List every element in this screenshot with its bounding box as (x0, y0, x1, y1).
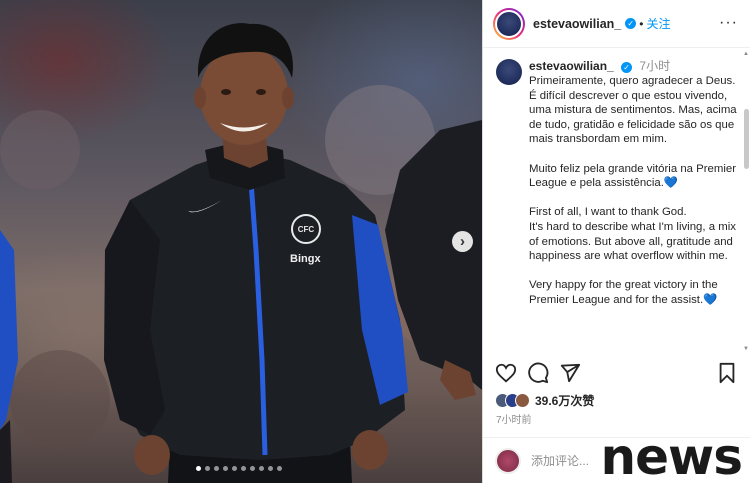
scrollbar-thumb[interactable] (744, 109, 749, 169)
post-actions (495, 362, 738, 388)
carousel-next-button[interactable]: › (452, 231, 473, 252)
bookmark-icon[interactable] (716, 362, 738, 384)
jersey-sponsor: Bingx (290, 253, 321, 265)
carousel-dot (277, 466, 282, 471)
separator-dot: • (639, 16, 644, 31)
chevron-right-icon: › (460, 233, 465, 250)
follow-button[interactable]: 关注 (646, 15, 670, 32)
post-timestamp[interactable]: 7小时前 (496, 411, 532, 426)
carousel-dot (259, 466, 264, 471)
post-photo[interactable]: CFC Bingx › (0, 0, 482, 483)
caption-username[interactable]: estevaowilian_ (529, 59, 614, 73)
caption-paragraph: First of all, I want to thank God. It's … (529, 206, 736, 263)
caption-avatar[interactable] (496, 59, 522, 85)
carousel-dot (205, 466, 210, 471)
carousel-dot (223, 466, 228, 471)
news-watermark: news (600, 428, 743, 483)
carousel-dot (268, 466, 273, 471)
carousel-indicator (196, 466, 282, 471)
liker-avatar (515, 393, 530, 408)
comment-icon[interactable] (527, 362, 549, 384)
scrollbar[interactable]: ▲ ▼ (743, 49, 749, 354)
caption-paragraph: Primeiramente, quero agradecer a Deus. É… (529, 75, 737, 146)
scroll-up-arrow-icon[interactable]: ▲ (743, 51, 749, 57)
caption-paragraph: Muito feliz pela grande vitória na Premi… (529, 162, 737, 190)
verified-badge-icon: ✓ (621, 62, 633, 73)
club-badge-text: CFC (297, 224, 315, 234)
carousel-dot (214, 466, 219, 471)
verified-badge-icon: ✓ (625, 18, 637, 29)
player-illustration (0, 23, 482, 483)
caption: estevaowilian_ ✓ 7小时 Primeiramente, quer… (483, 49, 750, 322)
caption-paragraph: Very happy for the great victory in the … (529, 279, 718, 306)
heart-icon[interactable] (495, 362, 517, 384)
caption-time: 7小时 (639, 59, 671, 73)
carousel-dot (250, 466, 255, 471)
share-icon[interactable] (559, 362, 581, 384)
carousel-dot (232, 466, 237, 471)
more-options-icon[interactable]: ··· (719, 14, 738, 32)
author-avatar[interactable] (493, 7, 525, 40)
post-header: estevaowilian_ ✓ • 关注 ··· (483, 0, 750, 48)
viewer-avatar (495, 447, 521, 474)
club-badge: CFC (291, 214, 321, 244)
carousel-dot (241, 466, 246, 471)
likes-count[interactable]: 39.6万次赞 (535, 392, 594, 409)
post-sidebar: estevaowilian_ ✓ • 关注 ··· estevaowilian_… (482, 0, 750, 483)
likes-row[interactable]: 39.6万次赞 (495, 392, 594, 409)
carousel-dot (196, 466, 201, 471)
scroll-down-arrow-icon[interactable]: ▼ (743, 346, 749, 352)
caption-scroll-area[interactable]: estevaowilian_ ✓ 7小时 Primeiramente, quer… (483, 49, 750, 354)
author-username[interactable]: estevaowilian_ (533, 17, 621, 31)
